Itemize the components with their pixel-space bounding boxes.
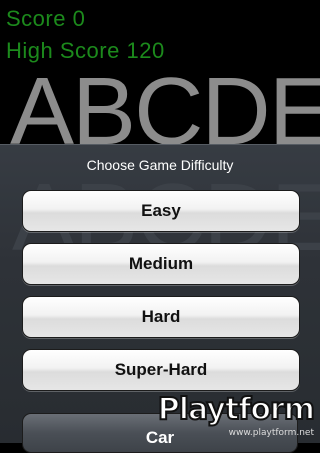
score-display: Score 0 (6, 6, 85, 32)
watermark-url: www.playtform.net (228, 428, 314, 438)
easy-button[interactable]: Easy (22, 190, 300, 232)
dialog-title: Choose Game Difficulty (86, 157, 234, 173)
playtform-logo: Playtform (157, 391, 316, 428)
score-value: 0 (72, 6, 86, 31)
super-hard-button[interactable]: Super-Hard (22, 349, 300, 391)
medium-button[interactable]: Medium (22, 243, 300, 285)
hard-button[interactable]: Hard (22, 296, 300, 338)
score-label: Score (6, 6, 66, 31)
playtform-watermark: Playtform www.playtform.net (157, 391, 316, 438)
